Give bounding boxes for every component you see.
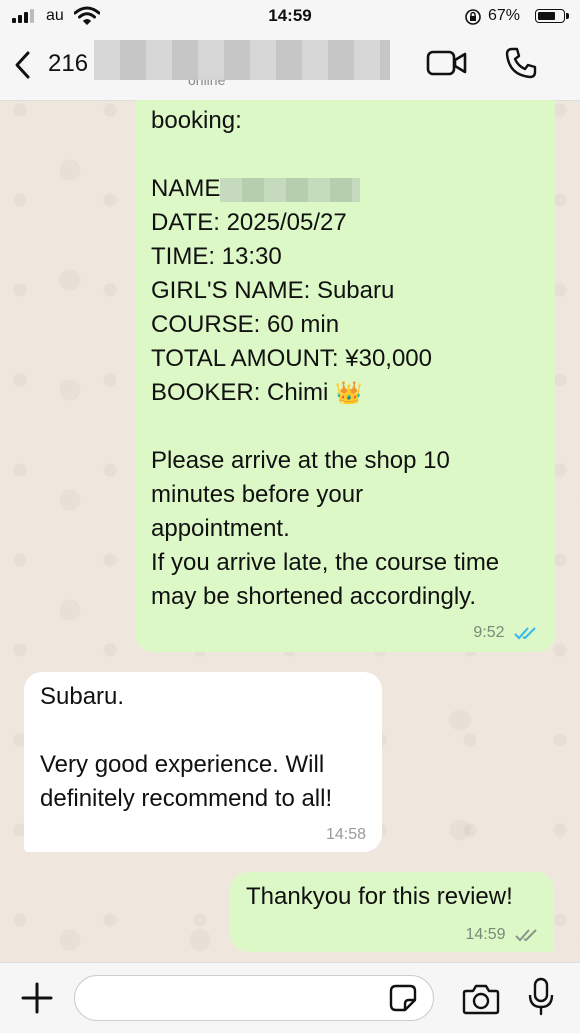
message-line: TIME: 13:30	[151, 243, 282, 270]
message-line: booking:	[151, 107, 242, 134]
message-line: may be shortened accordingly.	[151, 583, 477, 610]
message-line: Very good experience. Will	[40, 751, 325, 778]
message-line: definitely recommend to all!	[40, 785, 333, 812]
sticker-icon[interactable]	[388, 983, 418, 1013]
message-line: Subaru.	[40, 683, 125, 710]
phone-icon[interactable]	[504, 46, 538, 80]
message-line: NAME	[151, 172, 499, 206]
contact-name[interactable]: 216	[48, 50, 88, 78]
message-line: appointment.	[151, 515, 290, 542]
video-call-icon[interactable]	[426, 48, 468, 78]
message-line: GIRL'S NAME: Subaru	[151, 277, 395, 304]
message-line: If you arrive late, the course time	[151, 549, 500, 576]
message-line: DATE: 2025/05/27	[151, 209, 347, 236]
message-line: minutes before your	[151, 481, 364, 508]
message-bubble-thanks[interactable]: Thankyou for this review! 14:59	[230, 872, 554, 952]
message-time: 14:59	[465, 926, 506, 943]
battery-percentage: 67%	[488, 7, 521, 24]
message-line: COURSE: 60 min	[151, 311, 340, 338]
message-line: BOOKER: Chimi 👑	[151, 379, 363, 406]
redacted-contact-name	[94, 40, 390, 80]
composer-bar	[0, 962, 580, 1033]
crown-emoji: 👑	[335, 380, 363, 405]
read-receipt-icon	[514, 627, 536, 640]
message-meta: 14:59	[466, 926, 541, 944]
delivered-receipt-icon	[515, 929, 537, 942]
plus-icon[interactable]	[20, 981, 54, 1015]
message-input[interactable]	[74, 975, 434, 1021]
message-line: Thankyou for this review!	[246, 883, 513, 910]
battery-icon	[535, 9, 569, 23]
chat-header: 216 online	[0, 34, 580, 101]
message-time: 9:52	[473, 624, 505, 641]
microphone-icon[interactable]	[526, 977, 556, 1017]
message-line: TOTAL AMOUNT: ¥30,000	[151, 345, 433, 372]
message-bubble-booking[interactable]: booking: NAME DATE: 2025/05/27 TIME: 13:…	[135, 100, 555, 652]
message-line: Please arrive at the shop 10	[151, 447, 450, 474]
back-chevron-icon[interactable]	[12, 50, 34, 80]
message-meta: 9:52	[473, 624, 539, 642]
camera-icon[interactable]	[462, 983, 500, 1015]
message-bubble-review[interactable]: Subaru. Very good experience. Will defin…	[24, 672, 382, 852]
status-bar: au 14:59 67%	[0, 0, 580, 34]
redacted-name	[220, 177, 361, 202]
orientation-lock-icon	[465, 9, 481, 25]
message-time: 14:58	[325, 826, 366, 843]
